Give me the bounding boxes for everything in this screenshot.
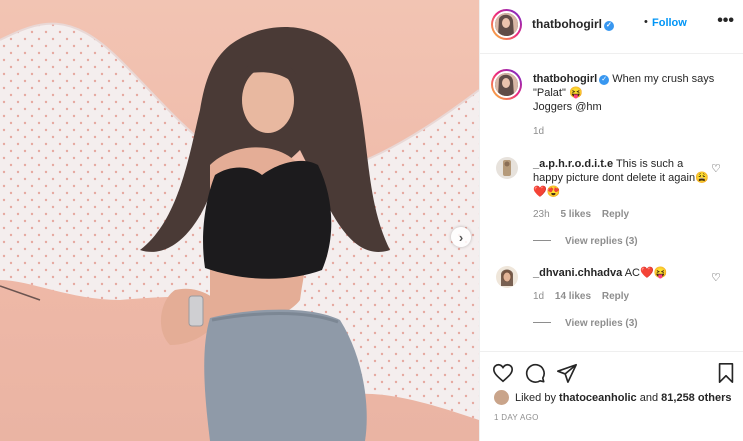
post-photo[interactable]: ›	[0, 0, 479, 441]
follow-button[interactable]: Follow	[652, 17, 687, 29]
divider-line	[533, 240, 551, 241]
likes-summary: Liked by thatoceanholic and 81,258 other…	[494, 390, 731, 405]
more-options-icon[interactable]: •••	[717, 13, 734, 29]
comment-reply-button[interactable]: Reply	[602, 209, 629, 220]
caption-author[interactable]: thatbohogirl	[533, 73, 597, 85]
caption-line-3: Joggers @hm	[533, 101, 602, 113]
author-avatar[interactable]	[491, 9, 522, 40]
comment-time[interactable]: 23h	[533, 209, 550, 220]
instagram-post: › thatbohogirl ✓ • Follow ••• thatbohogir…	[0, 0, 743, 441]
post-timestamp[interactable]: 1 DAY AGO	[494, 413, 539, 422]
caption-time[interactable]: 1d	[533, 126, 544, 137]
comment-time[interactable]: 1d	[533, 291, 544, 302]
liker-username[interactable]: thatoceanholic	[559, 392, 637, 404]
photo-illustration	[0, 22, 479, 441]
comment-meta: 1d 14 likes Reply	[533, 291, 637, 302]
comment-author[interactable]: _dhvani.chhadva	[533, 267, 622, 279]
separator-dot: •	[644, 16, 648, 28]
comment-likes[interactable]: 14 likes	[555, 291, 591, 302]
comment-text: _dhvani.chhadva AC❤️😝	[533, 267, 668, 279]
comment-likes[interactable]: 5 likes	[560, 209, 591, 220]
next-photo-button[interactable]: ›	[451, 227, 471, 247]
verified-badge-icon: ✓	[603, 21, 614, 31]
line	[0, 285, 41, 301]
comment-icon[interactable]	[524, 362, 546, 384]
bookmark-icon[interactable]	[716, 362, 736, 384]
author-username[interactable]: thatbohogirl ✓	[532, 17, 614, 31]
view-replies-button[interactable]: View replies (3)	[533, 236, 638, 247]
likes-count[interactable]: 81,258 others	[661, 392, 731, 404]
comment-author[interactable]: _a.p.h.r.o.d.i.t.e	[533, 158, 613, 170]
comment-avatar[interactable]	[496, 266, 518, 288]
liker-avatar[interactable]	[494, 390, 509, 405]
watch	[188, 295, 204, 327]
post-header: thatbohogirl ✓ • Follow •••	[480, 0, 743, 54]
heart-icon[interactable]	[492, 362, 514, 384]
comment-reply-button[interactable]: Reply	[602, 291, 629, 302]
comment-meta: 23h 5 likes Reply	[533, 209, 637, 220]
caption: thatbohogirl ✓ When my crush says "Palat"…	[533, 72, 723, 114]
comment-like-heart-icon[interactable]: ♡	[711, 162, 721, 175]
caption-author-avatar[interactable]	[491, 69, 522, 100]
comment-like-heart-icon[interactable]: ♡	[711, 271, 721, 284]
view-replies-button[interactable]: View replies (3)	[533, 318, 638, 329]
caption-line-1: When my crush says	[612, 73, 715, 85]
paper-plane-icon[interactable]	[556, 362, 578, 384]
caption-line-2: "Palat" 😝	[533, 87, 583, 99]
comment-text: _a.p.h.r.o.d.i.t.e This is such a happy …	[533, 158, 709, 198]
post-side-panel: thatbohogirl ✓ • Follow ••• thatbohogirl ✓…	[479, 0, 743, 441]
verified-badge-icon: ✓	[599, 75, 610, 85]
joggers	[204, 309, 367, 441]
crop-top	[203, 160, 332, 279]
comment-avatar[interactable]	[496, 157, 518, 179]
divider-line	[533, 322, 551, 323]
